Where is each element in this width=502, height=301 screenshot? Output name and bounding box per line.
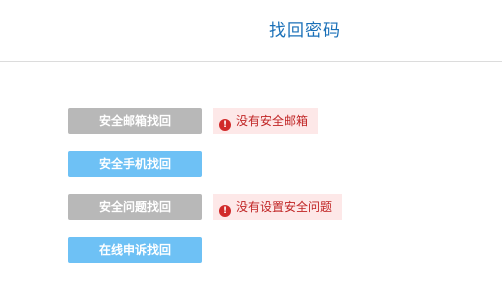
exclamation-circle-icon: ! — [219, 205, 231, 217]
page: 找回密码 安全邮箱找回 ! 没有安全邮箱 安全手机找回 安全问题找回 ! 没有设置安… — [0, 0, 502, 301]
no-security-question-notice: ! 没有设置安全问题 — [213, 194, 343, 220]
page-title: 找回密码 — [269, 21, 341, 41]
email-recovery-button[interactable]: 安全邮箱找回 — [68, 108, 202, 134]
phone-recovery-button[interactable]: 安全手机找回 — [68, 151, 202, 177]
online-appeal-recovery-button[interactable]: 在线申诉找回 — [68, 237, 202, 263]
notice-text: 没有设置安全问题 — [236, 200, 333, 214]
security-question-recovery-button[interactable]: 安全问题找回 — [68, 194, 202, 220]
notice-text: 没有安全邮箱 — [236, 114, 309, 128]
exclamation-circle-icon: ! — [219, 119, 231, 131]
header: 找回密码 — [0, 0, 502, 62]
no-email-notice: ! 没有安全邮箱 — [213, 108, 319, 134]
